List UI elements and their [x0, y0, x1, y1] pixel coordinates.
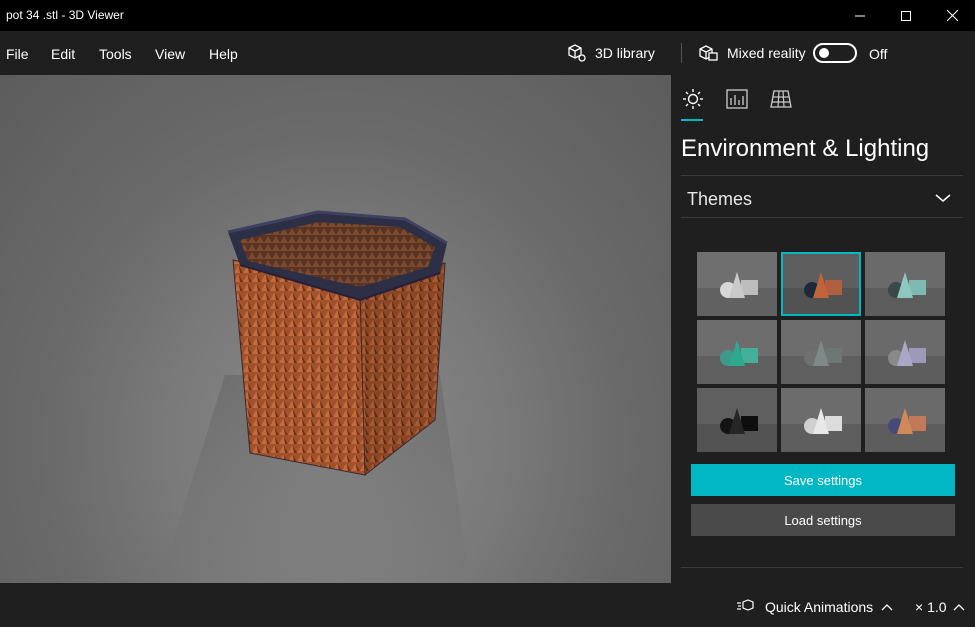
3d-library-button[interactable]: 3D library	[565, 42, 655, 64]
mixed-reality-icon	[699, 45, 718, 61]
theme-thumbnail[interactable]	[697, 252, 777, 316]
animation-icon	[737, 599, 754, 611]
tab-environment-lighting[interactable]	[681, 87, 705, 111]
menu-view[interactable]: View	[155, 46, 185, 62]
environment-panel: Environment & Lighting Themes Save setti…	[671, 75, 975, 583]
close-icon	[946, 10, 958, 21]
theme-preview-shapes	[781, 388, 861, 452]
theme-thumbnail[interactable]	[697, 320, 777, 384]
3d-library-label: 3D library	[595, 45, 655, 61]
close-button[interactable]	[929, 0, 975, 31]
save-settings-button[interactable]: Save settings	[691, 464, 955, 496]
mixed-reality-button[interactable]: Mixed reality	[697, 42, 806, 64]
title-bar: pot 34 .stl - 3D Viewer	[0, 0, 975, 31]
cube-library-icon	[568, 44, 586, 62]
divider	[681, 175, 963, 176]
minimize-icon	[855, 15, 865, 16]
menu-bar: File Edit Tools View Help 3D library Mix…	[0, 31, 975, 75]
theme-preview-shapes	[697, 388, 777, 452]
theme-preview-shapes	[697, 252, 777, 316]
tab-stats-shading[interactable]	[725, 87, 749, 111]
themes-header[interactable]: Themes	[687, 189, 752, 210]
menu-tools[interactable]: Tools	[99, 46, 132, 62]
maximize-button[interactable]	[883, 0, 929, 31]
tab-mesh-grid[interactable]	[769, 87, 793, 111]
panel-title: Environment & Lighting	[681, 135, 930, 162]
window-title: pot 34 .stl - 3D Viewer	[6, 8, 124, 22]
sun-icon	[683, 89, 703, 109]
quick-animations-button[interactable]: Quick Animations	[737, 599, 893, 615]
active-tab-indicator	[681, 119, 703, 121]
divider	[681, 567, 963, 568]
theme-preview-shapes	[865, 252, 945, 316]
chevron-down-icon[interactable]	[935, 193, 951, 203]
theme-thumbnail[interactable]	[781, 320, 861, 384]
toggle-state-label: Off	[869, 46, 888, 62]
theme-thumbnail[interactable]	[865, 320, 945, 384]
chevron-up-icon	[953, 604, 964, 611]
theme-thumbnail[interactable]	[697, 388, 777, 452]
status-bar: Quick Animations × 1.0	[0, 583, 975, 627]
menu-edit[interactable]: Edit	[51, 46, 75, 62]
mixed-reality-toggle[interactable]	[813, 43, 857, 63]
quick-animations-label: Quick Animations	[765, 599, 874, 615]
theme-thumbnail[interactable]	[781, 388, 861, 452]
theme-preview-shapes	[865, 320, 945, 384]
menu-help[interactable]: Help	[209, 46, 238, 62]
theme-thumbnail[interactable]	[865, 252, 945, 316]
divider	[681, 217, 963, 218]
load-settings-button[interactable]: Load settings	[691, 504, 955, 536]
chevron-up-icon	[881, 604, 893, 611]
pot-model	[160, 210, 470, 583]
mixed-reality-label: Mixed reality	[727, 45, 806, 61]
grid-icon	[770, 90, 792, 108]
speed-value: × 1.0	[915, 599, 947, 615]
maximize-icon	[901, 10, 911, 21]
menu-separator	[681, 43, 682, 63]
theme-preview-shapes	[781, 252, 861, 316]
toggle-knob	[819, 48, 829, 58]
animation-speed[interactable]: × 1.0	[915, 599, 965, 615]
menu-file[interactable]: File	[6, 46, 29, 62]
3d-viewport[interactable]	[0, 75, 671, 583]
chart-icon	[726, 89, 748, 109]
theme-preview-shapes	[865, 388, 945, 452]
theme-preview-shapes	[697, 320, 777, 384]
theme-thumbnail[interactable]	[865, 388, 945, 452]
minimize-button[interactable]	[837, 0, 883, 31]
theme-thumbnail[interactable]	[781, 252, 861, 316]
theme-preview-shapes	[781, 320, 861, 384]
